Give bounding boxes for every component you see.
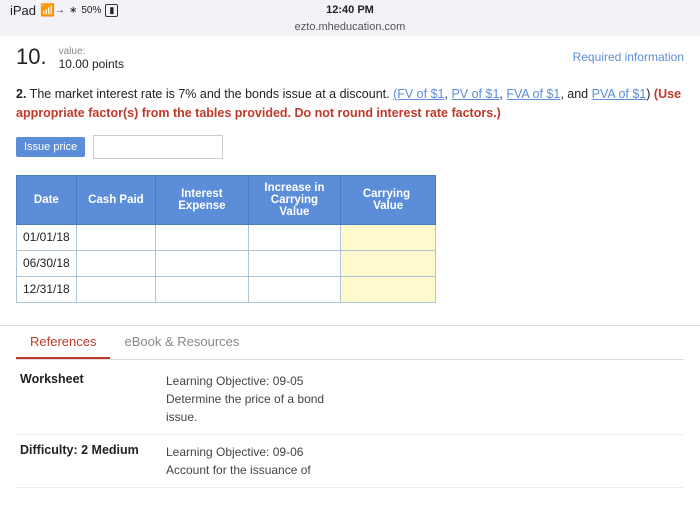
value-label: value:: [59, 46, 124, 57]
cell-carrying-value-1[interactable]: [341, 250, 436, 276]
status-bar: iPad 📶 12:40 PM → ∗ 50% ▮: [0, 0, 700, 20]
fva-link[interactable]: FVA of $1: [506, 87, 560, 101]
fv-link[interactable]: (FV of $1: [393, 87, 444, 101]
table-row: 12/31/18: [17, 276, 436, 302]
question-header-left: 10. value: 10.00 points: [16, 46, 124, 71]
content-area: 10. value: 10.00 points Required informa…: [0, 36, 700, 526]
table-section: Date Cash Paid InterestExpense Increase …: [0, 167, 700, 315]
pva-link[interactable]: PVA of $1: [592, 87, 647, 101]
url-bar: ezto.mheducation.com: [0, 20, 700, 36]
ref-desc-worksheet: Learning Objective: 09-05Determine the p…: [166, 372, 324, 426]
cell-cash-paid-0[interactable]: [76, 224, 155, 250]
question-meta: value: 10.00 points: [59, 46, 124, 71]
references-content: Worksheet Learning Objective: 09-05Deter…: [16, 360, 684, 492]
pv-link[interactable]: PV of $1: [451, 87, 499, 101]
points-value: 10.00 points: [59, 57, 124, 71]
col-header-cash-paid: Cash Paid: [76, 175, 155, 224]
question-header: 10. value: 10.00 points Required informa…: [0, 36, 700, 77]
ref-row-difficulty: Difficulty: 2 Medium Learning Objective:…: [16, 435, 684, 488]
tabs-nav: References eBook & Resources: [16, 326, 684, 360]
cell-cash-paid-1[interactable]: [76, 250, 155, 276]
issue-price-input[interactable]: [93, 135, 223, 159]
cell-interest-expense-2[interactable]: [156, 276, 249, 302]
amortization-table: Date Cash Paid InterestExpense Increase …: [16, 175, 436, 303]
col-header-interest-expense: InterestExpense: [156, 175, 249, 224]
table-row: 06/30/18: [17, 250, 436, 276]
wifi-icon: 📶: [40, 3, 55, 17]
question-number: 10.: [16, 46, 47, 68]
table-row: 01/01/18: [17, 224, 436, 250]
tabs-section: References eBook & Resources Worksheet L…: [0, 325, 700, 492]
required-info: Required information: [573, 50, 684, 64]
issue-price-row: Issue price: [0, 127, 700, 167]
cell-date-0: 01/01/18: [17, 224, 77, 250]
cell-interest-expense-1[interactable]: [156, 250, 249, 276]
cell-increase-carrying-1[interactable]: [248, 250, 341, 276]
direction-icon: →: [55, 5, 65, 16]
cell-date-1: 06/30/18: [17, 250, 77, 276]
cell-interest-expense-0[interactable]: [156, 224, 249, 250]
col-header-increase-carrying: Increase inCarrying Value: [248, 175, 341, 224]
url-text: ezto.mheducation.com: [295, 21, 406, 33]
battery-icon: ▮: [105, 4, 118, 17]
ipad-label: iPad: [10, 3, 36, 18]
question-body: 2. The market interest rate is 7% and th…: [0, 77, 700, 127]
cell-cash-paid-2[interactable]: [76, 276, 155, 302]
ref-label-worksheet: Worksheet: [20, 372, 150, 386]
cell-date-2: 12/31/18: [17, 276, 77, 302]
col-header-date: Date: [17, 175, 77, 224]
tab-references[interactable]: References: [16, 326, 110, 359]
cell-increase-carrying-0[interactable]: [248, 224, 341, 250]
bluetooth-icon: ∗: [69, 5, 77, 16]
cell-carrying-value-0[interactable]: [341, 224, 436, 250]
issue-price-label: Issue price: [16, 137, 85, 157]
ref-row-worksheet: Worksheet Learning Objective: 09-05Deter…: [16, 364, 684, 435]
question-text: 2. The market interest rate is 7% and th…: [16, 85, 684, 123]
warning-text: (Use appropriate factor(s) from the tabl…: [16, 87, 681, 120]
cell-carrying-value-2[interactable]: [341, 276, 436, 302]
cell-increase-carrying-2[interactable]: [248, 276, 341, 302]
col-header-carrying-value: Carrying Value: [341, 175, 436, 224]
ref-label-difficulty: Difficulty: 2 Medium: [20, 443, 150, 457]
ref-desc-difficulty: Learning Objective: 09-06Account for the…: [166, 443, 311, 479]
time-display: 12:40 PM: [326, 4, 374, 16]
battery-label: 50%: [81, 5, 101, 16]
tab-ebook[interactable]: eBook & Resources: [110, 326, 253, 359]
question-num-inline: 2.: [16, 87, 26, 101]
